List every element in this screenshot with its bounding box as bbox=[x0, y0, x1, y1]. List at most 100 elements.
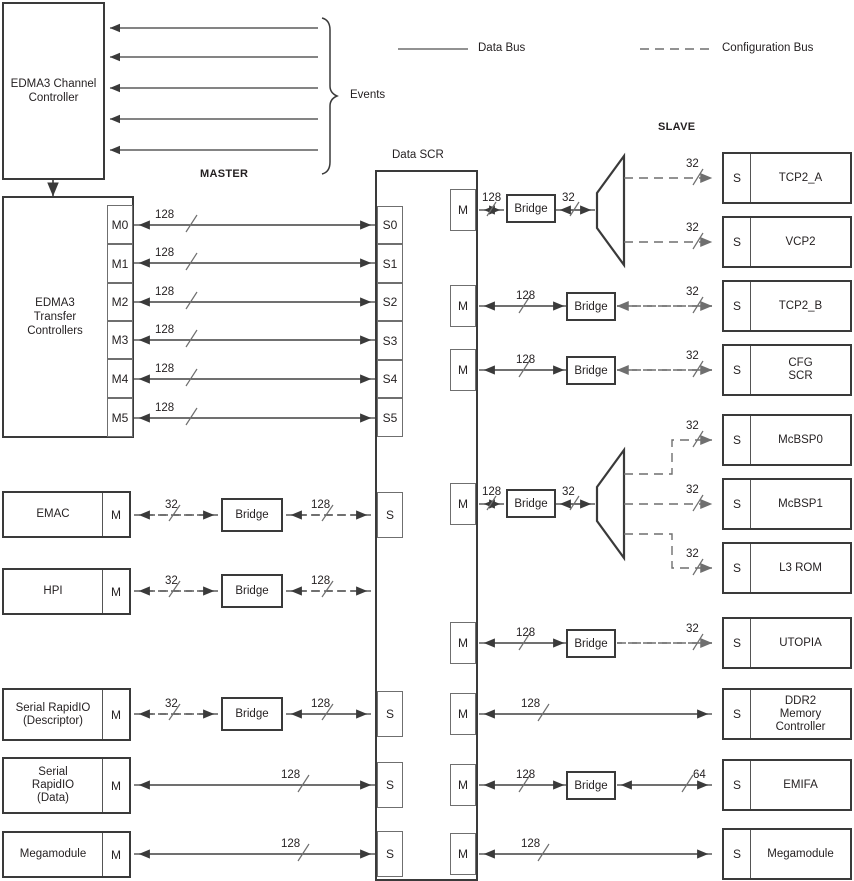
slave-section-label: SLAVE bbox=[658, 121, 696, 133]
master-block-megamodule-label: Megamodule bbox=[19, 848, 87, 860]
scr-master-port-4[interactable]: M bbox=[450, 483, 476, 525]
master-block-hpi-port[interactable]: M bbox=[102, 570, 129, 613]
bridge-hpi[interactable]: Bridge bbox=[221, 574, 283, 608]
scr-master-port-8[interactable]: M bbox=[450, 833, 476, 875]
bus-width-emac-far: 128 bbox=[311, 499, 331, 511]
master-block-srio-data[interactable]: Serial RapidIO (Data) M bbox=[2, 757, 131, 814]
master-block-srio-descriptor[interactable]: Serial RapidIO (Descriptor) M bbox=[2, 688, 131, 741]
slave-block-tcp2-b[interactable]: S TCP2_B bbox=[722, 280, 852, 332]
bus-width-ddr2: 128 bbox=[521, 698, 541, 710]
scr-master-port-6[interactable]: M bbox=[450, 693, 476, 735]
slave-block-ddr2-memory-controller[interactable]: S DDR2 Memory Controller bbox=[722, 688, 852, 740]
master-block-hpi[interactable]: HPI M bbox=[2, 568, 131, 615]
bus-width-m0: 128 bbox=[155, 209, 175, 221]
slave-block-l3-rom-port[interactable]: S bbox=[724, 544, 751, 592]
scr-slave-port-s3[interactable]: S3 bbox=[377, 321, 403, 360]
scr-slave-port-s2[interactable]: S2 bbox=[377, 283, 403, 321]
bridge-utopia[interactable]: Bridge bbox=[566, 629, 616, 658]
slave-block-vcp2-port[interactable]: S bbox=[724, 218, 751, 266]
bridge-mcbsp-l3rom[interactable]: Bridge bbox=[506, 489, 556, 518]
bus-width-m4: 128 bbox=[155, 363, 175, 375]
tc-port-m4[interactable]: M4 bbox=[107, 359, 133, 398]
master-block-megamodule-port[interactable]: M bbox=[102, 833, 129, 876]
bridge-emac[interactable]: Bridge bbox=[221, 498, 283, 532]
master-block-emac-port[interactable]: M bbox=[102, 493, 129, 536]
master-block-megamodule[interactable]: Megamodule M bbox=[2, 831, 131, 878]
bus-width-hpi-near: 32 bbox=[165, 575, 178, 587]
bus-width-cfg-scr: 32 bbox=[686, 350, 699, 362]
slave-block-ddr2-port[interactable]: S bbox=[724, 690, 751, 738]
scr-slave-port-s1[interactable]: S1 bbox=[377, 244, 403, 283]
slave-block-emifa-port[interactable]: S bbox=[724, 761, 751, 809]
data-scr-title: Data SCR bbox=[392, 149, 444, 161]
slave-block-mcbsp1-label: McBSP1 bbox=[778, 497, 823, 510]
bridge-cfg-scr[interactable]: Bridge bbox=[566, 356, 616, 385]
slave-block-cfg-scr-port[interactable]: S bbox=[724, 346, 751, 394]
slave-block-vcp2-label: VCP2 bbox=[785, 235, 816, 248]
master-block-emac[interactable]: EMAC M bbox=[2, 491, 131, 538]
slave-block-mcbsp0[interactable]: S McBSP0 bbox=[722, 414, 852, 466]
bus-width-branch4-near: 128 bbox=[482, 486, 502, 498]
slave-block-emifa-label: EMIFA bbox=[783, 778, 818, 791]
bus-width-vcp2: 32 bbox=[686, 222, 699, 234]
bus-width-tcp2b: 32 bbox=[686, 286, 699, 298]
scr-slave-port-srio-descriptor[interactable]: S bbox=[377, 691, 403, 737]
edma3-channel-controller-block[interactable]: EDMA3 Channel Controller bbox=[2, 2, 105, 180]
tc-port-m0[interactable]: M0 bbox=[107, 205, 133, 244]
slave-block-utopia-port[interactable]: S bbox=[724, 619, 751, 667]
bridge-emifa[interactable]: Bridge bbox=[566, 771, 616, 800]
slave-block-emifa[interactable]: S EMIFA bbox=[722, 759, 852, 811]
slave-block-megamodule-port[interactable]: S bbox=[724, 830, 751, 878]
scr-master-port-2[interactable]: M bbox=[450, 285, 476, 327]
master-block-emac-label: EMAC bbox=[36, 508, 70, 520]
slave-block-mcbsp1-port[interactable]: S bbox=[724, 480, 751, 528]
bus-width-m5: 128 bbox=[155, 402, 175, 414]
master-block-srio-descriptor-label: Serial RapidIO (Descriptor) bbox=[15, 701, 91, 727]
bus-width-tcp2a: 32 bbox=[686, 158, 699, 170]
bus-width-branch5-near: 128 bbox=[516, 627, 536, 639]
scr-slave-port-s0[interactable]: S0 bbox=[377, 206, 403, 244]
slave-block-vcp2[interactable]: S VCP2 bbox=[722, 216, 852, 268]
slave-block-l3-rom-label: L3 ROM bbox=[779, 561, 822, 574]
scr-slave-port-srio-data[interactable]: S bbox=[377, 762, 403, 808]
master-block-srio-descriptor-port[interactable]: M bbox=[102, 690, 129, 739]
master-block-srio-data-port[interactable]: M bbox=[102, 759, 129, 812]
events-label: Events bbox=[350, 89, 386, 101]
scr-slave-port-emac[interactable]: S bbox=[377, 492, 403, 538]
scr-slave-port-megamodule[interactable]: S bbox=[377, 831, 403, 877]
scr-master-port-5[interactable]: M bbox=[450, 622, 476, 664]
tc-port-m1[interactable]: M1 bbox=[107, 244, 133, 283]
slave-block-cfg-scr[interactable]: S CFG SCR bbox=[722, 344, 852, 396]
bus-width-branch7-near: 128 bbox=[516, 769, 536, 781]
bus-width-branch1-near: 128 bbox=[482, 192, 502, 204]
slave-block-megamodule[interactable]: S Megamodule bbox=[722, 828, 852, 880]
tc-port-m2[interactable]: M2 bbox=[107, 283, 133, 321]
bus-width-utopia: 32 bbox=[686, 623, 699, 635]
slave-block-mcbsp0-label: McBSP0 bbox=[778, 433, 823, 446]
scr-slave-port-s4[interactable]: S4 bbox=[377, 360, 403, 398]
scr-master-port-1[interactable]: M bbox=[450, 189, 476, 231]
slave-block-tcp2-a-port[interactable]: S bbox=[724, 154, 751, 202]
tc-port-m3[interactable]: M3 bbox=[107, 321, 133, 359]
legend-data-bus-label: Data Bus bbox=[478, 42, 526, 54]
scr-slave-port-s5[interactable]: S5 bbox=[377, 398, 403, 437]
scr-master-port-3[interactable]: M bbox=[450, 349, 476, 391]
slave-block-tcp2-b-port[interactable]: S bbox=[724, 282, 751, 330]
block-diagram-canvas: Data Bus Configuration Bus MASTER SLAVE … bbox=[0, 0, 854, 881]
bus-width-l3rom: 32 bbox=[686, 548, 699, 560]
slave-block-tcp2-a[interactable]: S TCP2_A bbox=[722, 152, 852, 204]
tc-port-m5[interactable]: M5 bbox=[107, 398, 133, 437]
bridge-tcp2b[interactable]: Bridge bbox=[566, 292, 616, 321]
slave-block-utopia[interactable]: S UTOPIA bbox=[722, 617, 852, 669]
bridge-srio-descriptor[interactable]: Bridge bbox=[221, 697, 283, 731]
scr-master-port-7[interactable]: M bbox=[450, 764, 476, 806]
bus-width-branch4-mid: 32 bbox=[562, 486, 575, 498]
slave-block-mcbsp1[interactable]: S McBSP1 bbox=[722, 478, 852, 530]
slave-block-l3-rom[interactable]: S L3 ROM bbox=[722, 542, 852, 594]
slave-block-mcbsp0-port[interactable]: S bbox=[724, 416, 751, 464]
bus-width-srio-desc-far: 128 bbox=[311, 698, 331, 710]
bus-width-emifa: 64 bbox=[693, 769, 706, 781]
bridge-tcp2a-vcp2[interactable]: Bridge bbox=[506, 194, 556, 223]
bus-width-srio-data: 128 bbox=[281, 769, 301, 781]
slave-block-tcp2-a-label: TCP2_A bbox=[778, 171, 823, 184]
